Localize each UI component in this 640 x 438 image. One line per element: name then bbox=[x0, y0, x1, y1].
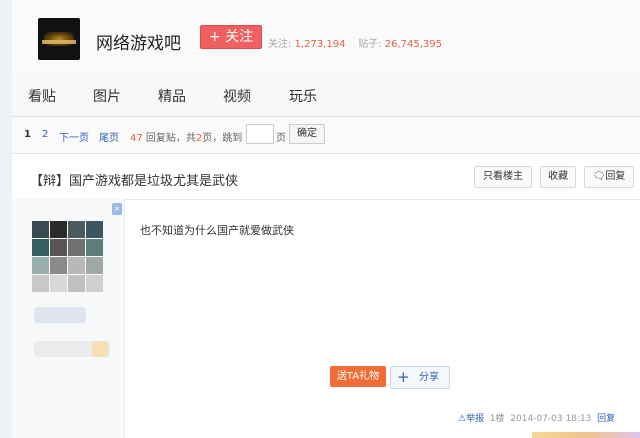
post-timestamp: 2014-07-03 18:13 bbox=[510, 414, 592, 424]
forum-logo[interactable] bbox=[38, 18, 80, 60]
logo-text-mark bbox=[42, 40, 76, 44]
posts-count: 26,745,395 bbox=[384, 39, 443, 50]
blurred-level-icon bbox=[92, 341, 108, 357]
page-link-2[interactable]: 2 bbox=[42, 129, 48, 140]
post-content: 也不知道为什么国产就爱做武侠 bbox=[140, 224, 294, 237]
avatar-pixel bbox=[68, 239, 85, 256]
report-link[interactable]: ⚠举报 bbox=[458, 414, 484, 424]
reply-button[interactable]: 🗨回复 bbox=[584, 166, 634, 188]
avatar-pixel bbox=[68, 257, 85, 274]
share-button[interactable]: + 分享 bbox=[390, 366, 450, 389]
avatar-pixel bbox=[50, 221, 67, 238]
page-unit-label: 页 bbox=[276, 133, 286, 144]
avatar-pixel bbox=[32, 257, 49, 274]
only-op-button[interactable]: 只看楼主 bbox=[474, 166, 532, 188]
speech-bubble-icon: 🗨 bbox=[592, 171, 606, 182]
avatar-pixel bbox=[50, 239, 67, 256]
posts-label: 贴子: bbox=[358, 39, 382, 50]
page: 网络游戏吧 + 关注 关注: 1,273,194 贴子: 26,745,395 … bbox=[12, 0, 640, 438]
last-page-link[interactable]: 尾页 bbox=[99, 129, 119, 144]
share-plus-icon: + bbox=[397, 368, 410, 386]
reply-summary-text: 回复贴，共 bbox=[145, 133, 196, 144]
avatar-pixel bbox=[50, 257, 67, 274]
avatar[interactable] bbox=[32, 221, 104, 292]
post-reply-link[interactable]: 回复 bbox=[597, 414, 615, 424]
collapse-tab-icon[interactable]: × bbox=[112, 203, 122, 215]
avatar-pixel bbox=[86, 239, 103, 256]
followers-count: 1,273,194 bbox=[294, 39, 346, 50]
nav-item-posts[interactable]: 看贴 bbox=[28, 86, 56, 106]
avatar-pixel bbox=[86, 257, 103, 274]
avatar-pixel bbox=[50, 275, 67, 292]
warning-icon: ⚠ bbox=[458, 414, 467, 424]
share-label: 分享 bbox=[419, 372, 439, 383]
favorite-button[interactable]: 收藏 bbox=[540, 166, 576, 188]
thread-title: 【辩】国产游戏都是垃圾尤其是武侠 bbox=[30, 174, 239, 189]
next-page-link[interactable]: 下一页 bbox=[59, 129, 89, 144]
page-current: 1 bbox=[24, 129, 31, 140]
forum-stats: 关注: 1,273,194 贴子: 26,745,395 bbox=[268, 35, 442, 50]
nav-item-images[interactable]: 图片 bbox=[93, 86, 121, 106]
avatar-pixel bbox=[68, 275, 85, 292]
page-jump-input[interactable] bbox=[246, 124, 274, 144]
avatar-pixel bbox=[32, 239, 49, 256]
pagination-bar: 1 2 下一页 尾页 47 回复贴，共2页，跳到 页 确定 bbox=[12, 117, 640, 154]
report-label: 举报 bbox=[466, 414, 485, 424]
post-meta: ⚠举报 1楼 2014-07-03 18:13 回复 bbox=[458, 411, 615, 424]
floor-number: 1楼 bbox=[489, 414, 505, 424]
avatar-pixel bbox=[32, 275, 49, 292]
reply-button-label: 回复 bbox=[605, 171, 626, 182]
nav-item-featured[interactable]: 精品 bbox=[158, 86, 186, 106]
forum-nav: 看贴 图片 精品 视频 玩乐 bbox=[12, 74, 640, 117]
nav-item-fun[interactable]: 玩乐 bbox=[289, 86, 317, 106]
follow-button[interactable]: + 关注 bbox=[200, 25, 262, 49]
jump-label: 页，跳到 bbox=[202, 133, 243, 144]
forum-name[interactable]: 网络游戏吧 bbox=[96, 29, 181, 54]
avatar-pixel bbox=[86, 221, 103, 238]
avatar-pixel bbox=[32, 221, 49, 238]
nav-item-videos[interactable]: 视频 bbox=[223, 86, 251, 106]
forum-header: 网络游戏吧 + 关注 关注: 1,273,194 贴子: 26,745,395 bbox=[12, 0, 640, 75]
send-gift-button[interactable]: 送TA礼物 bbox=[330, 366, 386, 387]
reply-summary: 47 回复贴，共2页，跳到 bbox=[130, 129, 242, 144]
avatar-pixel bbox=[86, 275, 103, 292]
decorative-strip bbox=[532, 432, 640, 438]
avatar-pixel bbox=[68, 221, 85, 238]
jump-confirm-button[interactable]: 确定 bbox=[289, 124, 325, 144]
followers-label: 关注: bbox=[268, 39, 292, 50]
thread-title-bar: 【辩】国产游戏都是垃圾尤其是武侠 只看楼主 收藏 🗨回复 bbox=[12, 159, 640, 200]
blurred-username bbox=[34, 307, 86, 323]
author-column: × bbox=[12, 199, 125, 438]
reply-count: 47 bbox=[130, 133, 143, 144]
